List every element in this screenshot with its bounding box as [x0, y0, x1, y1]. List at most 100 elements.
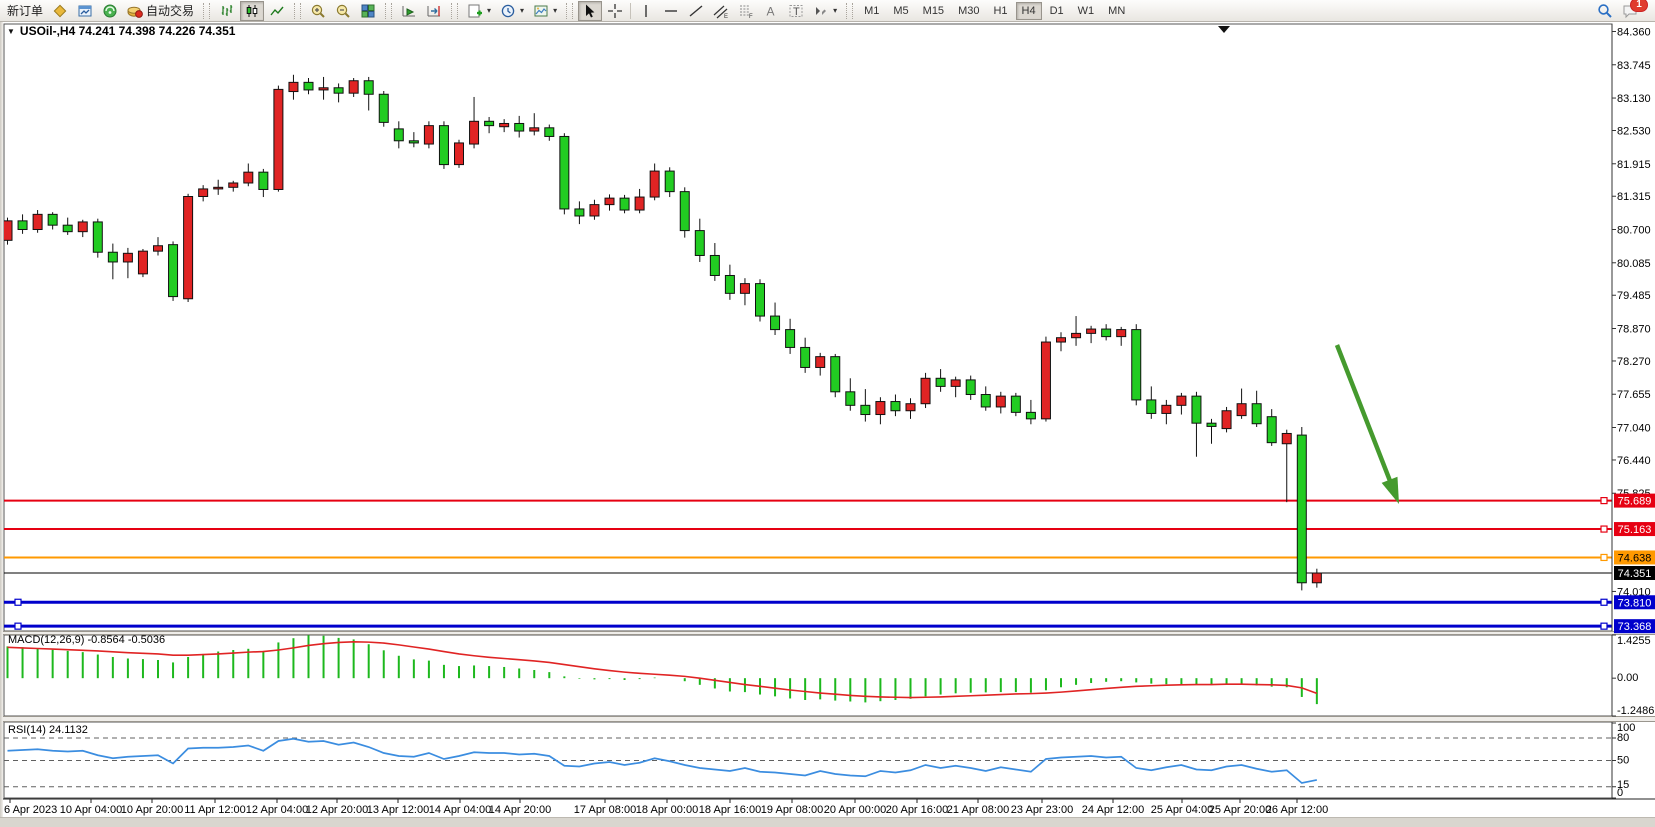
templates-button[interactable]: ▾ — [529, 1, 561, 21]
line-handle[interactable] — [1601, 623, 1607, 629]
price-axis[interactable]: 84.36083.74583.13082.53081.91581.31580.7… — [1612, 24, 1655, 799]
timeframe-button-mn[interactable]: MN — [1102, 2, 1131, 20]
line-chart-type-button[interactable] — [265, 1, 289, 21]
time-tick-label: 19 Apr 08:00 — [761, 804, 823, 816]
chart-shift-button[interactable] — [422, 1, 446, 21]
candle-body — [680, 192, 689, 231]
candle-body — [439, 126, 448, 165]
time-tick-label: 25 Apr 04:00 — [1151, 804, 1213, 816]
rsi-scale-label: 80 — [1617, 732, 1629, 744]
timeframe-button-m1[interactable]: M1 — [858, 2, 885, 20]
timeframe-button-m15[interactable]: M15 — [917, 2, 950, 20]
timeframe-button-h4[interactable]: H4 — [1016, 2, 1042, 20]
cursor-icon — [582, 3, 598, 19]
candle-body — [635, 197, 644, 210]
gold-diamond-button[interactable] — [48, 1, 72, 21]
crosshair-tool-button[interactable] — [603, 1, 627, 21]
line-handle[interactable] — [1601, 526, 1607, 532]
price-tick-label: 80.700 — [1617, 225, 1651, 237]
line-handle[interactable] — [15, 623, 21, 629]
candle-body — [1297, 435, 1306, 583]
zoom-in-button[interactable] — [306, 1, 330, 21]
bar-chart-type-button[interactable] — [215, 1, 239, 21]
market-signal-button[interactable] — [98, 1, 122, 21]
candle-body — [470, 121, 479, 144]
candle-body — [650, 171, 659, 197]
time-tick-label: 6 Apr 2023 — [4, 804, 57, 816]
text-label-tool-button[interactable]: T — [784, 1, 808, 21]
toolbar-grip — [294, 3, 301, 19]
cursor-tool-button[interactable] — [578, 1, 602, 21]
price-tick-label: 78.270 — [1617, 356, 1651, 368]
trendline-tool-button[interactable] — [684, 1, 708, 21]
candle-body — [33, 214, 42, 229]
time-tick-label: 18 Apr 00:00 — [636, 804, 698, 816]
timeframe-button-w1[interactable]: W1 — [1072, 2, 1101, 20]
chart-collapse-arrow-icon[interactable]: ▼ — [7, 27, 15, 36]
time-tick-label: 20 Apr 16:00 — [886, 804, 948, 816]
line-handle[interactable] — [1601, 554, 1607, 560]
candle-body — [1162, 405, 1171, 413]
candle-body — [1222, 411, 1231, 429]
candlestick-chart-type-button[interactable] — [240, 1, 264, 21]
autotrading-button[interactable]: 自动交易 — [123, 1, 198, 21]
search-button[interactable] — [1593, 1, 1617, 21]
timeframe-button-m30[interactable]: M30 — [952, 2, 985, 20]
price-tick-label: 83.745 — [1617, 60, 1651, 72]
line-chart-icon — [269, 3, 285, 19]
candle-body — [816, 357, 825, 368]
candle-body — [981, 395, 990, 407]
horizontal-line-tool-button[interactable] — [659, 1, 683, 21]
time-tick-label: 26 Apr 12:00 — [1266, 804, 1328, 816]
price-line-label-text: 75.163 — [1618, 524, 1652, 536]
time-tick-label: 11 Apr 12:00 — [184, 804, 246, 816]
candle-body — [1267, 417, 1276, 443]
candle-body — [560, 136, 569, 208]
line-handle[interactable] — [1601, 599, 1607, 605]
chart-shift-icon — [426, 3, 442, 19]
rsi-indicator-label: RSI(14) 24.1132 — [8, 724, 88, 736]
bar-chart-icon — [219, 3, 235, 19]
chart-title: ▼ USOil-,H4 74.241 74.398 74.226 74.351 — [7, 24, 235, 38]
zoom-out-button[interactable] — [331, 1, 355, 21]
timeframe-button-m5[interactable]: M5 — [887, 2, 914, 20]
macd-indicator-label: MACD(12,26,9) -0.8564 -0.5036 — [8, 634, 165, 646]
line-handle[interactable] — [15, 599, 21, 605]
candle-body — [229, 183, 238, 187]
period-clock-button[interactable]: ▾ — [496, 1, 528, 21]
arrow-shapes-icon — [813, 3, 829, 19]
arrows-tool-button[interactable]: ▾ — [809, 1, 841, 21]
price-tick-label: 82.530 — [1617, 126, 1651, 138]
vertical-line-tool-button[interactable] — [634, 1, 658, 21]
price-line-label-text: 73.368 — [1618, 621, 1652, 633]
profiles-button[interactable] — [73, 1, 97, 21]
timeframe-button-d1[interactable]: D1 — [1044, 2, 1070, 20]
equidistant-channel-icon: E — [713, 3, 729, 19]
candle-body — [936, 378, 945, 386]
candle-body — [996, 396, 1005, 407]
candle-body — [123, 253, 132, 262]
line-handle[interactable] — [1601, 498, 1607, 504]
fibonacci-tool-button[interactable]: F — [734, 1, 758, 21]
chat-button[interactable]: 1 — [1618, 1, 1642, 21]
dropdown-caret-icon: ▾ — [520, 6, 524, 15]
candle-body — [515, 123, 524, 131]
channel-tool-button[interactable]: E — [709, 1, 733, 21]
candlestick-chart-icon — [244, 3, 260, 19]
chart-canvas[interactable]: 84.36083.74583.13082.53081.91581.31580.7… — [0, 22, 1655, 826]
candle-body — [409, 141, 418, 143]
new-chart-button[interactable]: ▾ — [463, 1, 495, 21]
new-order-button[interactable]: 新订单 — [3, 1, 47, 21]
candle-body — [786, 330, 795, 348]
timeframe-button-h1[interactable]: H1 — [987, 2, 1013, 20]
time-axis[interactable]: 6 Apr 202310 Apr 04:0010 Apr 20:0011 Apr… — [0, 799, 1655, 816]
time-tick-label: 12 Apr 04:00 — [246, 804, 308, 816]
tile-windows-icon — [360, 3, 376, 19]
tile-windows-button[interactable] — [356, 1, 380, 21]
chart-title-text: USOil-,H4 74.241 74.398 74.226 74.351 — [20, 24, 236, 38]
candle-body — [1026, 412, 1035, 418]
text-tool-button[interactable]: A — [759, 1, 783, 21]
auto-scroll-button[interactable] — [397, 1, 421, 21]
candle-body — [379, 94, 388, 122]
toolbar-separator — [630, 3, 631, 19]
